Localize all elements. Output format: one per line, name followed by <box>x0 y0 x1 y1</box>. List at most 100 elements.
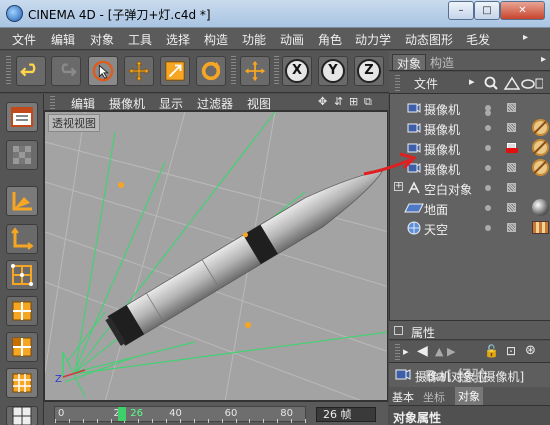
z-axis-lock-button[interactable]: Z <box>354 56 384 86</box>
menu-overflow-icon[interactable]: ▸ <box>523 32 528 43</box>
editor-visibility-dot[interactable] <box>485 125 491 131</box>
viewport-menu-camera[interactable]: 摄像机 <box>109 95 145 112</box>
menu-animation[interactable]: 动画 <box>280 31 304 48</box>
tab-basic[interactable]: 基本 <box>392 389 414 405</box>
checkerboard-tool-button[interactable] <box>6 140 38 170</box>
new-panel-icon[interactable]: ⊡ <box>506 344 516 358</box>
model-mode-button[interactable] <box>6 186 38 216</box>
menu-functions[interactable]: 功能 <box>242 31 266 48</box>
live-selection-button[interactable] <box>88 56 118 86</box>
texture-mode-button[interactable] <box>6 406 38 425</box>
attributes-grip[interactable] <box>395 344 400 360</box>
viewport-menu-edit[interactable]: 编辑 <box>71 95 95 112</box>
viewport-zoom-icon[interactable]: ⇵ <box>334 95 343 108</box>
menu-select[interactable]: 选择 <box>166 31 190 48</box>
menu-character[interactable]: 角色 <box>318 31 342 48</box>
tabs-overflow-icon[interactable]: ▸ <box>541 54 546 65</box>
maximize-button[interactable]: □ <box>474 1 500 20</box>
filter-icon <box>535 78 543 89</box>
y-axis-lock-button[interactable]: Y <box>318 56 348 86</box>
object-manager-grip[interactable] <box>395 75 400 91</box>
menu-edit[interactable]: 编辑 <box>51 31 75 48</box>
list-item[interactable]: 摄像机 <box>390 118 550 138</box>
protection-tag-icon[interactable] <box>532 159 549 176</box>
menu-structure[interactable]: 构造 <box>204 31 228 48</box>
timeline-ruler[interactable]: 02026406080 <box>54 406 306 423</box>
light-marker[interactable] <box>118 182 124 188</box>
expand-toggle-icon[interactable]: + <box>394 182 403 191</box>
menu-tools[interactable]: 工具 <box>128 31 152 48</box>
tab-objects[interactable]: 对象 <box>392 54 427 71</box>
viewport-pan-icon[interactable]: ✥ <box>318 95 327 108</box>
light-marker[interactable] <box>245 322 251 328</box>
menu-file[interactable]: 文件 <box>12 31 36 48</box>
toolbar-grip-2[interactable] <box>231 56 236 86</box>
viewport-menu-view[interactable]: 视图 <box>247 95 271 112</box>
menu-hair[interactable]: 毛发 <box>466 31 490 48</box>
menu-mograph[interactable]: 动态图形 <box>405 31 453 48</box>
viewport-layout-button[interactable] <box>6 102 38 132</box>
polygons-mode-button[interactable] <box>6 332 38 362</box>
points-mode-button[interactable] <box>6 260 38 290</box>
editor-visibility-dot[interactable] <box>485 225 491 231</box>
timeline[interactable]: 02026406080 26 帧 <box>44 401 388 425</box>
timeline-playhead[interactable] <box>118 407 127 421</box>
enabled-toggle[interactable] <box>507 223 516 232</box>
x-axis-lock-button[interactable]: X <box>282 56 312 86</box>
settings-icon[interactable]: ⊛ <box>525 343 536 358</box>
lock-icon[interactable]: 🔓 <box>484 344 499 358</box>
undo-button[interactable] <box>16 56 46 86</box>
list-item[interactable]: 地面 <box>390 198 550 218</box>
texture-tag-icon[interactable] <box>532 221 549 234</box>
toolbar-grip-3[interactable] <box>274 56 279 86</box>
list-item[interactable]: + 空白对象 <box>390 178 550 198</box>
viewport-grip[interactable] <box>50 96 55 109</box>
viewport-menu-display[interactable]: 显示 <box>159 95 183 112</box>
viewport-rotate-icon[interactable]: ⊞ <box>349 95 358 108</box>
menu-dynamics[interactable]: 动力学 <box>355 31 391 48</box>
om-menu-file[interactable]: 文件 <box>414 75 438 92</box>
object-axis-button[interactable] <box>6 224 38 254</box>
render-visibility-dot[interactable] <box>485 110 491 116</box>
material-tag-icon[interactable] <box>532 199 549 216</box>
perspective-viewport[interactable]: Z 透视视图 <box>44 111 388 401</box>
editor-visibility-dot[interactable] <box>485 205 491 211</box>
uv-mode-button[interactable] <box>6 368 38 398</box>
scale-tool-button[interactable] <box>160 56 190 86</box>
redo-button[interactable] <box>51 56 81 86</box>
viewport-menu-filter[interactable]: 过滤器 <box>197 95 233 112</box>
om-menu-more-icon[interactable]: ▸ <box>469 75 475 88</box>
editor-visibility-dot[interactable] <box>485 165 491 171</box>
rotate-tool-button[interactable] <box>196 56 226 86</box>
edges-mode-button[interactable] <box>6 296 38 326</box>
tab-object[interactable]: 对象 <box>455 387 483 405</box>
end-frame-field[interactable]: 26 帧 <box>316 407 376 422</box>
protection-tag-icon[interactable] <box>532 119 549 136</box>
list-item[interactable]: 天空 <box>390 218 550 238</box>
forward-arrow-icon[interactable]: ▶ <box>447 345 455 358</box>
move-tool-button[interactable] <box>124 56 154 86</box>
enabled-toggle[interactable] <box>507 103 516 112</box>
minimize-button[interactable]: – <box>448 1 474 20</box>
tab-coordinates[interactable]: 坐标 <box>423 389 445 405</box>
enabled-toggle[interactable] <box>507 123 516 132</box>
back-arrow-icon[interactable]: ◀ <box>417 343 428 359</box>
coordinate-system-button[interactable] <box>240 56 270 86</box>
enabled-toggle[interactable] <box>507 203 516 212</box>
editor-visibility-dot[interactable] <box>485 185 491 191</box>
panel-toggle-icon[interactable] <box>394 326 403 335</box>
editor-visibility-dot[interactable] <box>485 145 491 151</box>
menu-objects[interactable]: 对象 <box>90 31 114 48</box>
close-button[interactable]: ✕ <box>500 1 545 20</box>
viewport-maximize-icon[interactable]: ⧉ <box>364 95 372 109</box>
om-toolbar-icons[interactable] <box>483 75 543 91</box>
toolbar-grip[interactable] <box>6 56 11 86</box>
attr-more-icon[interactable]: ▸ <box>403 345 409 358</box>
list-item[interactable]: 摄像机 <box>390 98 550 118</box>
enabled-toggle[interactable] <box>507 183 516 192</box>
viewport-scene[interactable]: Z <box>45 112 388 401</box>
enabled-toggle[interactable] <box>507 163 516 172</box>
up-arrow-icon[interactable]: ▲ <box>435 345 443 358</box>
protection-tag-icon[interactable] <box>532 139 549 156</box>
tab-structure[interactable]: 构造 <box>426 54 458 70</box>
